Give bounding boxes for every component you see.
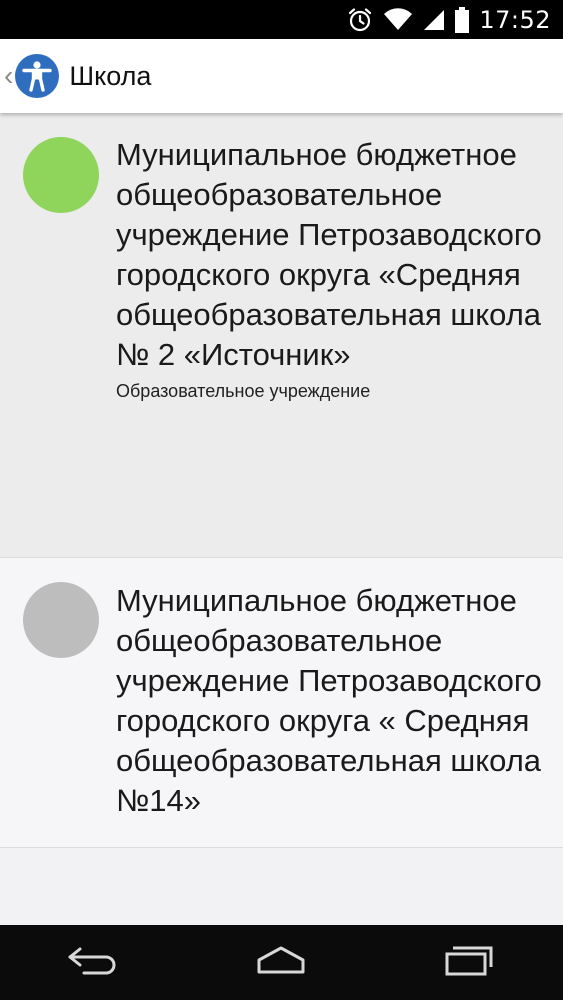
battery-icon	[455, 0, 470, 39]
alarm-icon	[347, 0, 373, 39]
screen: 17:52 ‹ Школа Муниципальное бюджетное об…	[0, 0, 563, 1000]
school-list: Муниципальное бюджетное общеобразователь…	[0, 113, 563, 925]
up-navigation-button[interactable]: ‹	[0, 39, 60, 113]
home-icon	[251, 944, 311, 981]
page-title: Школа	[69, 60, 152, 91]
home-button[interactable]	[241, 933, 321, 993]
item-title: Муниципальное бюджетное общеобразователь…	[116, 583, 542, 818]
list-item[interactable]: Муниципальное бюджетное общеобразователь…	[0, 113, 563, 558]
item-title: Муниципальное бюджетное общеобразователь…	[116, 137, 542, 372]
status-indicator	[23, 582, 99, 658]
navigation-bar	[0, 925, 563, 1000]
status-bar: 17:52	[0, 0, 563, 39]
status-time: 17:52	[479, 5, 551, 34]
wifi-icon	[383, 0, 413, 39]
accessibility-icon	[15, 54, 60, 98]
status-indicator	[23, 137, 99, 213]
action-bar: ‹ Школа	[0, 39, 563, 113]
signal-icon	[423, 0, 445, 39]
back-icon	[66, 943, 122, 982]
recent-apps-icon	[441, 943, 497, 982]
recent-apps-button[interactable]	[429, 933, 509, 993]
list-item[interactable]: Муниципальное бюджетное общеобразователь…	[0, 558, 563, 848]
chevron-left-icon: ‹	[4, 60, 14, 91]
item-subtitle: Образовательное учреждение	[116, 381, 371, 401]
back-button[interactable]	[54, 933, 134, 993]
